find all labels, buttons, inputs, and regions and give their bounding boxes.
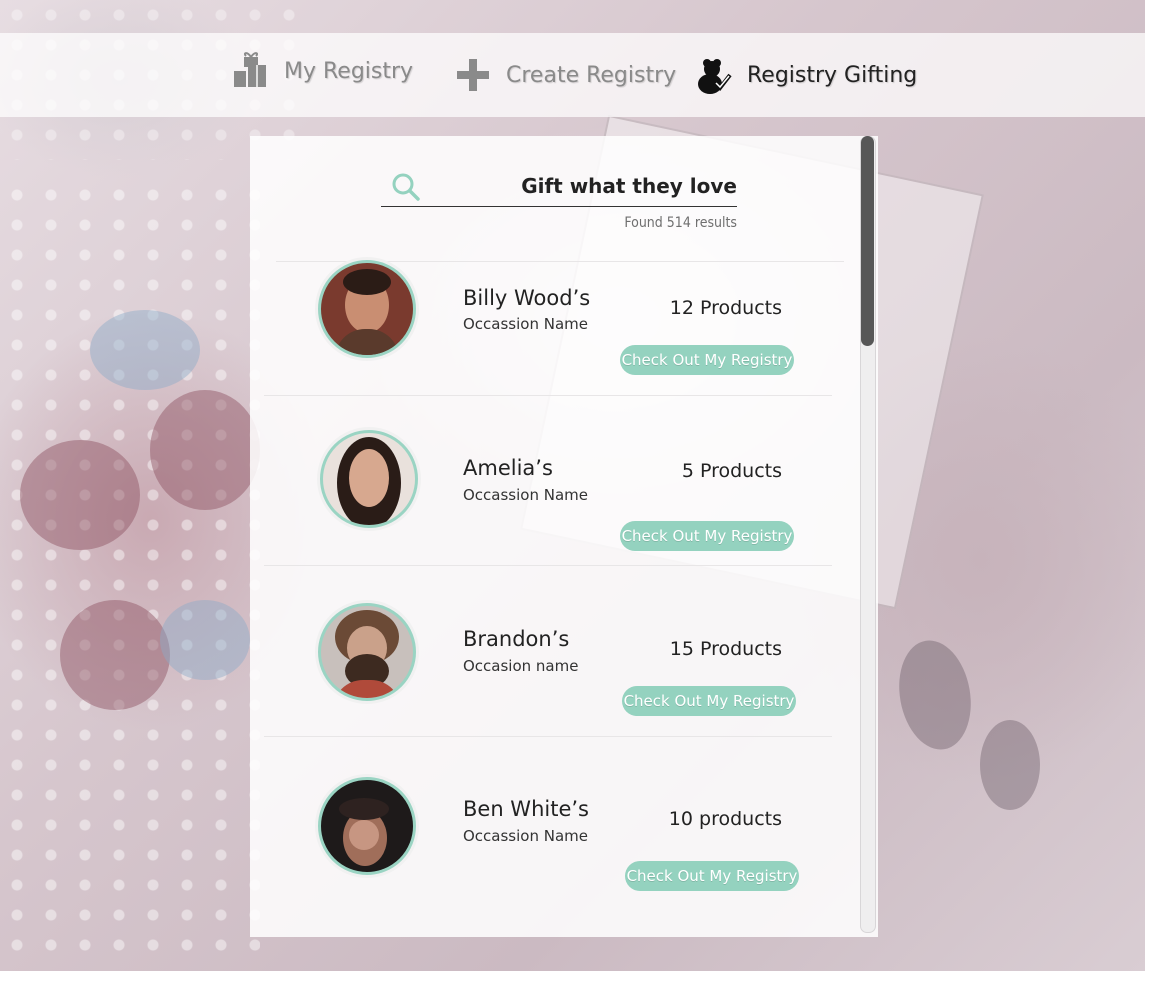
divider bbox=[264, 565, 832, 566]
check-out-registry-button[interactable]: Check Out My Registry bbox=[622, 686, 796, 716]
nav-registry-gifting[interactable]: Registry Gifting bbox=[695, 33, 917, 117]
background-rose bbox=[20, 440, 140, 550]
top-nav: My Registry Create Registry Registry Gif… bbox=[0, 33, 1145, 117]
nav-registry-gifting-label: Registry Gifting bbox=[747, 62, 918, 88]
occasion-name: Occassion Name bbox=[463, 827, 588, 845]
avatar[interactable] bbox=[318, 777, 416, 875]
scrollbar-thumb[interactable] bbox=[861, 136, 874, 346]
search-icon[interactable] bbox=[391, 172, 421, 202]
background-blue-flower bbox=[160, 600, 250, 680]
avatar[interactable] bbox=[318, 603, 416, 701]
registry-name: Billy Wood’s bbox=[463, 286, 591, 310]
feather-pattern bbox=[0, 180, 260, 960]
nav-create-registry-label: Create Registry bbox=[506, 62, 677, 88]
registry-name: Amelia’s bbox=[463, 456, 553, 480]
search-input[interactable]: Gift what they love bbox=[521, 174, 737, 198]
check-out-registry-button[interactable]: Check Out My Registry bbox=[625, 861, 799, 891]
divider bbox=[264, 395, 832, 396]
results-count: Found 514 results bbox=[624, 215, 737, 231]
divider bbox=[264, 736, 832, 737]
product-count: 5 Products bbox=[681, 460, 782, 482]
background-paw bbox=[980, 720, 1040, 810]
background-rose bbox=[60, 600, 170, 710]
gift-boxes-icon bbox=[234, 52, 266, 87]
product-count: 12 Products bbox=[669, 297, 782, 319]
check-out-registry-button[interactable]: Check Out My Registry bbox=[620, 521, 794, 551]
background-paw bbox=[890, 634, 980, 756]
background-blue-flower bbox=[90, 310, 200, 390]
occasion-name: Occassion Name bbox=[463, 315, 588, 333]
nav-my-registry-label: My Registry bbox=[284, 58, 414, 84]
product-count: 15 Products bbox=[669, 638, 782, 660]
teddy-check-icon bbox=[698, 59, 732, 94]
plus-icon bbox=[457, 59, 489, 91]
registry-name: Brandon’s bbox=[463, 627, 570, 651]
check-out-registry-button[interactable]: Check Out My Registry bbox=[620, 345, 794, 375]
avatar[interactable] bbox=[320, 430, 418, 528]
product-count: 10 products bbox=[668, 808, 782, 830]
occasion-name: Occasion name bbox=[463, 657, 579, 675]
occasion-name: Occassion Name bbox=[463, 486, 588, 504]
search-bar[interactable]: Gift what they love bbox=[381, 166, 737, 207]
background-rose bbox=[150, 390, 260, 510]
avatar[interactable] bbox=[318, 260, 416, 358]
nav-my-registry[interactable]: My Registry bbox=[232, 29, 413, 113]
nav-create-registry[interactable]: Create Registry bbox=[454, 33, 676, 117]
registry-name: Ben White’s bbox=[463, 797, 589, 821]
